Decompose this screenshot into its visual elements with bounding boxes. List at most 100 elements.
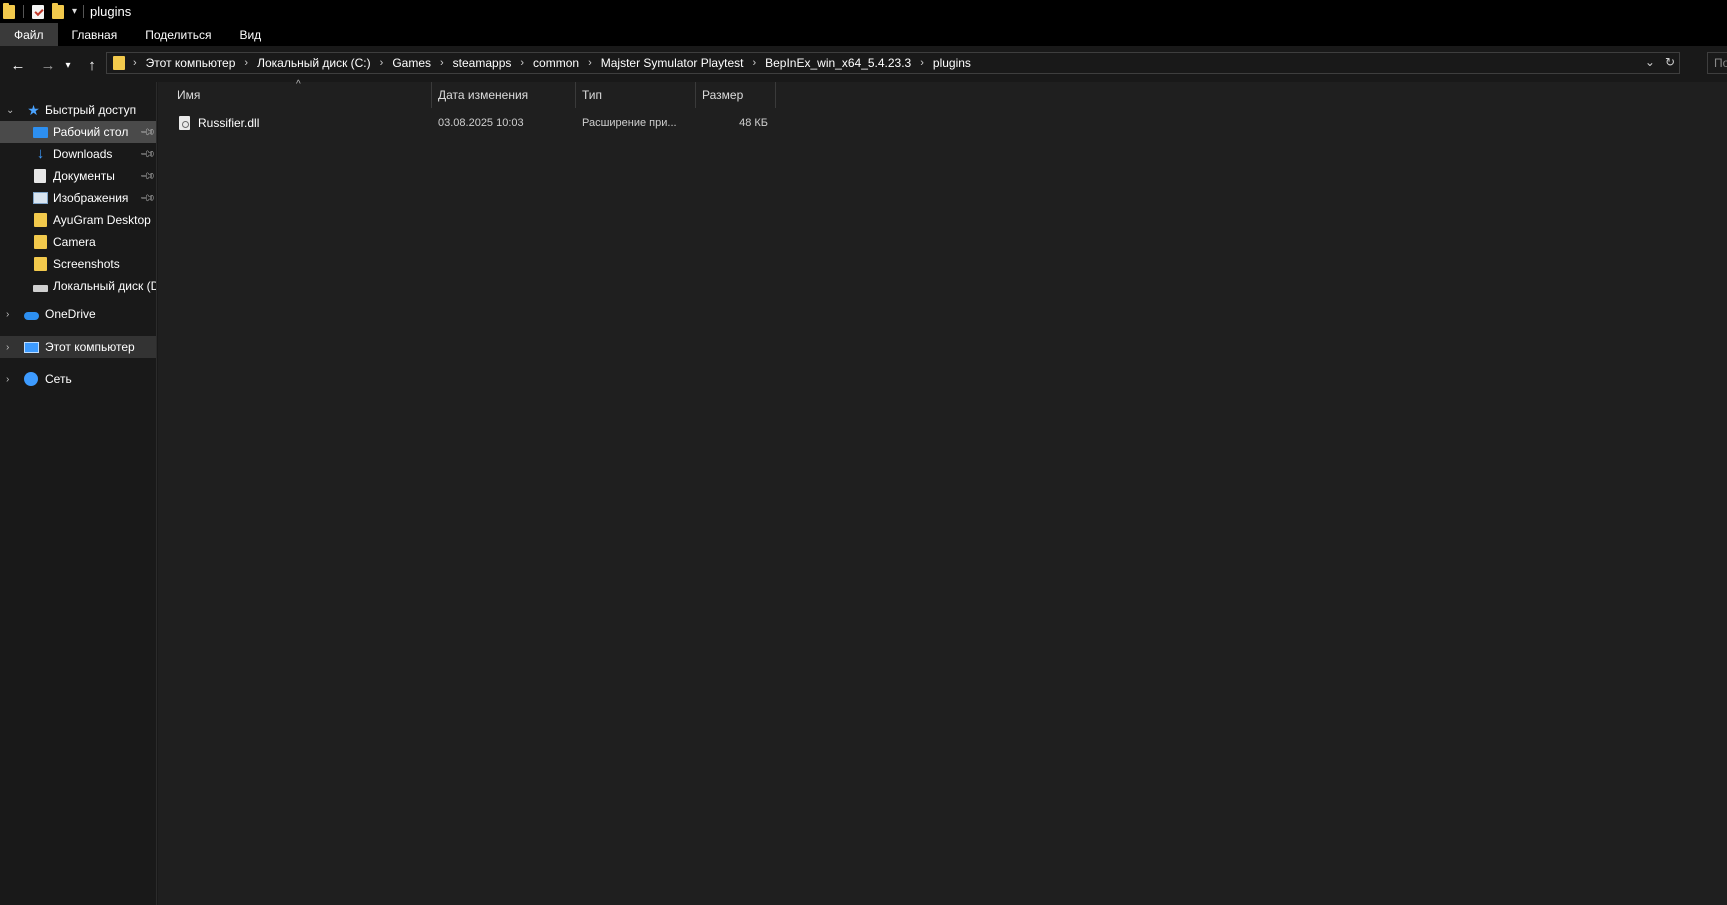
drive-icon	[33, 285, 48, 292]
pin-icon: 📌︎	[138, 123, 156, 141]
chevron-right-icon[interactable]: ›	[6, 309, 16, 320]
computer-icon	[24, 341, 39, 353]
breadcrumb-games[interactable]: Games	[392, 56, 431, 70]
tab-view[interactable]: Вид	[225, 23, 275, 46]
column-header-size[interactable]: Размер	[702, 82, 772, 108]
sidebar-item-label: Рабочий стол	[53, 125, 129, 139]
navigation-bar: ← → ▾ ↑ › Этот компьютер › Локальный дис…	[0, 46, 1727, 82]
star-icon: ★	[27, 102, 40, 118]
pin-icon: 📌︎	[138, 145, 156, 163]
sidebar-item-ayugram[interactable]: AyuGram Desktop	[0, 209, 156, 231]
recent-locations-button[interactable]: ▾	[62, 56, 74, 74]
column-header-name[interactable]: Имя	[177, 82, 437, 108]
breadcrumb-common[interactable]: common	[533, 56, 579, 70]
search-input[interactable]: По	[1707, 52, 1727, 74]
pictures-icon	[33, 192, 48, 204]
document-icon	[34, 169, 46, 183]
breadcrumb-chevron-icon[interactable]: ›	[920, 57, 924, 69]
new-folder-icon[interactable]	[52, 2, 64, 19]
sidebar-item-quick-access[interactable]: ⌄ ★ Быстрый доступ	[0, 99, 156, 121]
file-name[interactable]: Russifier.dll	[198, 112, 259, 134]
breadcrumb-chevron-icon[interactable]: ›	[588, 57, 592, 69]
file-list[interactable]: ^ Имя Дата изменения Тип Размер Russifie…	[158, 79, 1727, 905]
ribbon-tabs: Файл Главная Поделиться Вид	[0, 23, 1727, 46]
properties-icon[interactable]	[32, 4, 44, 19]
address-bar[interactable]: › Этот компьютер › Локальный диск (C:) ›…	[106, 52, 1680, 74]
network-icon	[24, 372, 38, 386]
chevron-right-icon[interactable]: ›	[6, 342, 16, 353]
sidebar-item-screenshots[interactable]: Screenshots	[0, 253, 156, 275]
column-divider[interactable]	[575, 82, 576, 108]
dll-file-icon	[179, 116, 190, 130]
breadcrumb-drive-c[interactable]: Локальный диск (C:)	[257, 56, 371, 70]
arrow-left-icon: ←	[10, 56, 26, 74]
sidebar-item-camera[interactable]: Camera	[0, 231, 156, 253]
forward-button[interactable]: →	[38, 56, 58, 74]
file-date: 03.08.2025 10:03	[438, 117, 524, 129]
sidebar-item-label: Сеть	[45, 372, 72, 386]
sidebar-item-label: Быстрый доступ	[45, 103, 137, 117]
folder-icon	[34, 235, 47, 249]
breadcrumb-chevron-icon[interactable]: ›	[440, 57, 444, 69]
sidebar-item-label: Screenshots	[53, 257, 120, 271]
file-size: 48 КБ	[739, 117, 768, 129]
download-icon: ↓	[36, 145, 45, 162]
sidebar-item-downloads[interactable]: ↓ Downloads 📌︎	[0, 143, 156, 165]
address-history-chevron-icon[interactable]: ⌄	[1645, 55, 1655, 69]
sidebar-item-label: Документы	[53, 169, 115, 183]
refresh-icon[interactable]: ↻	[1665, 55, 1675, 69]
file-row[interactable]: Russifier.dll 03.08.2025 10:03 Расширени…	[158, 112, 778, 134]
tab-file[interactable]: Файл	[0, 23, 58, 46]
up-button[interactable]: ↑	[82, 56, 102, 74]
chevron-right-icon[interactable]: ›	[6, 374, 16, 385]
breadcrumb-chevron-icon[interactable]: ›	[752, 57, 756, 69]
breadcrumb-chevron-icon[interactable]: ›	[244, 57, 248, 69]
chevron-down-icon[interactable]: ⌄	[6, 105, 16, 116]
pin-icon: 📌︎	[138, 167, 156, 185]
breadcrumb-steamapps[interactable]: steamapps	[453, 56, 512, 70]
sidebar-item-onedrive[interactable]: › OneDrive	[0, 303, 156, 325]
pin-icon: 📌︎	[138, 189, 156, 207]
column-header-date[interactable]: Дата изменения	[438, 82, 578, 108]
sidebar-item-this-pc[interactable]: › Этот компьютер	[0, 336, 156, 358]
tab-home[interactable]: Главная	[58, 23, 132, 46]
sidebar-item-documents[interactable]: Документы 📌︎	[0, 165, 156, 187]
breadcrumb-this-pc[interactable]: Этот компьютер	[146, 56, 236, 70]
sidebar-item-label: AyuGram Desktop	[53, 213, 151, 227]
toolbar-divider	[83, 5, 85, 18]
back-button[interactable]: ←	[8, 56, 28, 74]
breadcrumb-chevron-icon[interactable]: ›	[380, 57, 384, 69]
column-divider[interactable]	[431, 82, 432, 108]
quick-access-toolbar: ▾	[0, 0, 85, 23]
sidebar-item-pictures[interactable]: Изображения 📌︎	[0, 187, 156, 209]
folder-icon	[34, 213, 47, 227]
breadcrumb-bepinex[interactable]: BepInEx_win_x64_5.4.23.3	[765, 56, 911, 70]
chevron-down-icon: ▾	[65, 59, 71, 71]
tab-share[interactable]: Поделиться	[131, 23, 225, 46]
sidebar-item-label: Локальный диск (D	[53, 279, 156, 293]
folder-icon	[113, 56, 125, 70]
sidebar-item-label: Изображения	[53, 191, 129, 205]
breadcrumb-chevron-icon[interactable]: ›	[133, 57, 137, 69]
breadcrumb-chevron-icon[interactable]: ›	[520, 57, 524, 69]
desktop-icon	[33, 127, 48, 138]
folder-icon	[3, 2, 15, 19]
navigation-pane[interactable]: ⌄ ★ Быстрый доступ Рабочий стол 📌︎ ↓ Dow…	[0, 82, 157, 905]
file-type: Расширение при...	[582, 117, 677, 129]
sidebar-item-network[interactable]: › Сеть	[0, 368, 156, 390]
address-tools: ⌄ ↻	[1645, 55, 1675, 69]
sidebar-item-label: Camera	[53, 235, 96, 249]
sidebar-item-drive-d[interactable]: Локальный диск (D	[0, 275, 156, 297]
window-title: plugins	[90, 4, 132, 19]
column-divider[interactable]	[695, 82, 696, 108]
breadcrumb-majster[interactable]: Majster Symulator Playtest	[601, 56, 744, 70]
column-header-type[interactable]: Тип	[582, 82, 692, 108]
sidebar-item-desktop[interactable]: Рабочий стол 📌︎	[0, 121, 156, 143]
customize-toolbar-icon[interactable]: ▾	[72, 6, 77, 17]
toolbar-divider	[23, 5, 24, 18]
column-divider[interactable]	[775, 82, 776, 108]
sidebar-item-label: Этот компьютер	[45, 340, 135, 354]
arrow-right-icon: →	[40, 56, 56, 74]
breadcrumb-plugins[interactable]: plugins	[933, 56, 971, 70]
title-bar: ▾ plugins	[0, 0, 1727, 23]
